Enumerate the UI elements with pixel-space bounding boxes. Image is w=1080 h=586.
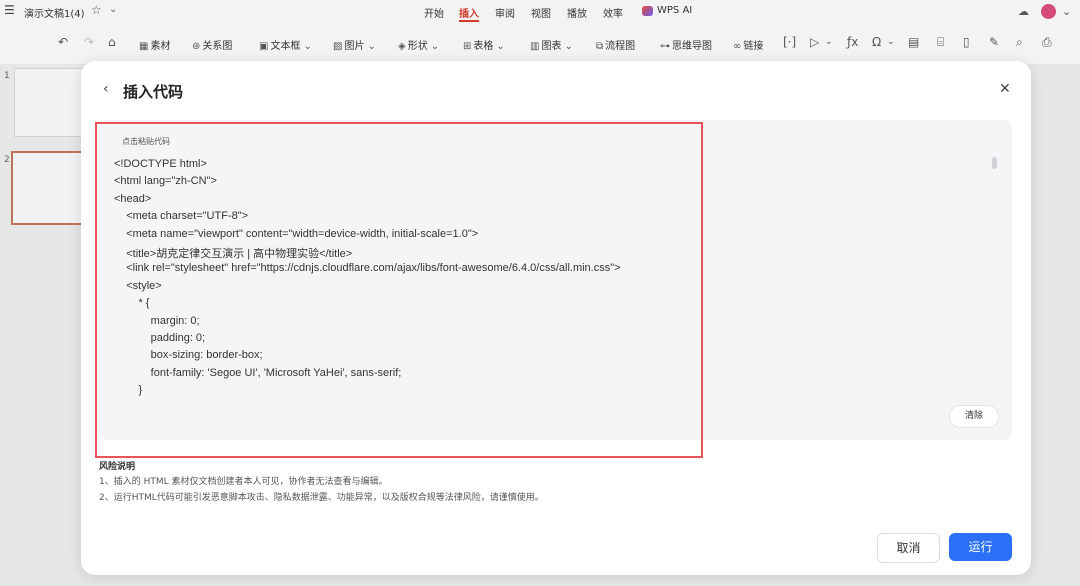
toolbar-materials[interactable]: ▦ 素材 (139, 37, 170, 52)
redo-icon[interactable]: ↷ (84, 35, 94, 49)
search-icon[interactable]: ⌕ (1016, 35, 1023, 50)
chevron-down-icon: ⌄ (367, 41, 376, 52)
chevron-down-icon[interactable]: ⌄ (825, 37, 833, 47)
document-title[interactable]: 演示文稿1(4) (24, 5, 85, 20)
home-icon[interactable]: ⌂ (108, 35, 116, 49)
annotation-highlight-box (95, 122, 703, 458)
cloud-icon[interactable]: ☁ (1018, 5, 1029, 18)
risk-notice-title: 风险说明 (99, 462, 136, 472)
back-icon[interactable]: ‹ (103, 81, 109, 97)
edit-icon[interactable]: ✎ (989, 35, 999, 49)
run-button[interactable]: 运行 (949, 533, 1012, 561)
chevron-down-icon[interactable]: ⌄ (1062, 5, 1071, 18)
video-icon[interactable]: ▷ (810, 35, 819, 49)
shape-icon: ◈ (398, 41, 406, 52)
print-layout-icon[interactable]: ⌸ (937, 35, 944, 50)
toolbar-label: 形状 (407, 41, 428, 52)
dialog-title: 插入代码 (123, 83, 184, 101)
toolbar-label: 表格 (473, 41, 494, 52)
chevron-down-icon[interactable]: ⌄ (109, 4, 117, 15)
toolbar-label: 流程图 (605, 41, 636, 52)
cancel-button[interactable]: 取消 (877, 533, 940, 563)
toolbar-label: 图表 (541, 41, 562, 52)
toolbar-link[interactable]: ∞ 链接 (733, 37, 763, 52)
formula-icon[interactable]: ƒx (847, 35, 858, 49)
tab-wps-ai[interactable]: WPS AI (657, 5, 692, 16)
relation-icon: ⊛ (192, 41, 201, 52)
active-tab-indicator (459, 20, 479, 22)
chevron-down-icon: ⌄ (564, 41, 573, 52)
chevron-down-icon: ⌄ (430, 41, 440, 52)
tab-view[interactable]: 视图 (531, 5, 551, 20)
tab-start[interactable]: 开始 (424, 5, 444, 20)
toolbar-label: 图片 (344, 41, 365, 52)
menu-icon[interactable]: ☰ (4, 3, 15, 17)
avatar[interactable] (1041, 4, 1056, 19)
textbox-icon: ▣ (259, 41, 269, 52)
link-icon: ∞ (733, 41, 742, 52)
scrollbar[interactable] (992, 157, 997, 169)
printer-icon[interactable]: ⎙ (1042, 35, 1052, 50)
toolbar-chart[interactable]: ▥ 图表 ⌄ (530, 37, 575, 52)
grid-icon: ▦ (139, 41, 149, 52)
symbol-icon[interactable]: Ω (872, 35, 881, 49)
toolbar-label: 思维导图 (672, 41, 712, 52)
clear-button[interactable]: 清除 (949, 405, 999, 428)
flowchart-icon: ⧉ (596, 41, 604, 52)
mindmap-icon: ⊶ (660, 41, 670, 52)
risk-notice-line: 1、插入的 HTML 素材仅文档创建者本人可见，协作者无法查看与编辑。 (99, 477, 388, 487)
wps-ai-logo-icon (642, 6, 653, 16)
toolbar-flowchart[interactable]: ⧉ 流程图 (596, 37, 635, 52)
close-icon[interactable]: ✕ (999, 81, 1011, 97)
toolbar-label: 素材 (150, 41, 171, 52)
undo-icon[interactable]: ↶ (58, 35, 68, 49)
tab-efficiency[interactable]: 效率 (603, 5, 623, 20)
toolbar-table[interactable]: ⊞ 表格 ⌄ (463, 37, 507, 52)
document-icon[interactable]: ▯ (963, 35, 970, 49)
tab-play[interactable]: 播放 (567, 5, 587, 20)
chevron-down-icon: ⌄ (303, 41, 312, 52)
chevron-down-icon: ⌄ (496, 41, 505, 52)
toolbar-shape[interactable]: ◈ 形状 ⌄ (398, 37, 441, 52)
toolbar-label: 文本框 (270, 41, 301, 52)
toolbar-mindmap[interactable]: ⊶ 思维导图 (660, 37, 712, 52)
tab-insert[interactable]: 插入 (459, 5, 479, 20)
chart-icon: ▥ (530, 41, 540, 52)
bracket-icon[interactable]: [·] (783, 35, 796, 49)
risk-notice-line: 2、运行HTML代码可能引发恶意脚本攻击、隐私数据泄露、功能异常，以及版权合规等… (99, 493, 544, 503)
toolbar-relation-diagram[interactable]: ⊛ 关系图 (192, 37, 232, 52)
toolbar-picture[interactable]: ▨ 图片 ⌄ (333, 37, 378, 52)
chevron-down-icon[interactable]: ⌄ (887, 37, 895, 47)
toolbar-label: 链接 (743, 41, 764, 52)
table-icon: ⊞ (463, 41, 472, 52)
toolbar-textbox[interactable]: ▣ 文本框 ⌄ (259, 37, 314, 52)
toolbar-label: 关系图 (202, 41, 233, 52)
keyboard-icon[interactable]: ▤ (908, 35, 919, 49)
tab-review[interactable]: 审阅 (495, 5, 515, 20)
star-icon[interactable]: ☆ (91, 3, 102, 17)
picture-icon: ▨ (333, 41, 343, 52)
